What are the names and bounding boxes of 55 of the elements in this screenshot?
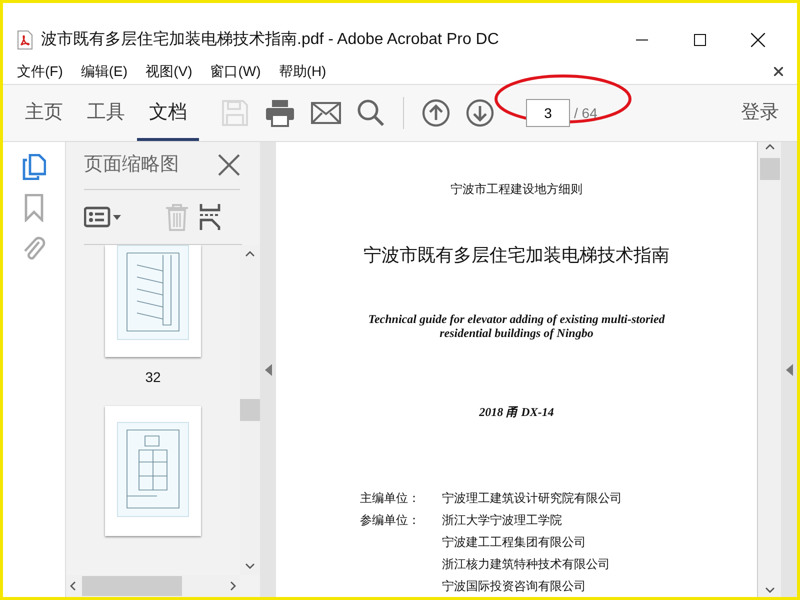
unit-name: 宁波理工建筑设计研究院有限公司 (442, 490, 622, 507)
document-series: 宁波市工程建设地方细则 (450, 181, 582, 198)
english-title: Technical guide for elevator adding of existing multi-storied (368, 313, 665, 327)
pdf-file-icon (17, 30, 33, 50)
chevron-left-icon[interactable] (70, 581, 76, 591)
chevron-down-icon[interactable] (764, 587, 774, 593)
arrow-up-icon[interactable] (422, 99, 450, 127)
drawing-thumbnail-icon (117, 422, 189, 517)
collapse-arrow-icon[interactable] (264, 364, 272, 376)
menu-item[interactable]: 窗口(W) (210, 60, 261, 82)
unit-role: 参编单位： (360, 512, 421, 529)
page-number-field[interactable]: 3 (526, 99, 570, 127)
paperclip-icon[interactable] (22, 236, 46, 262)
unit-role: 主编单位： (360, 490, 421, 507)
scrollbar-thumb[interactable] (760, 158, 780, 180)
menu-item[interactable]: 文件(F) (17, 60, 63, 82)
arrow-down-icon[interactable] (466, 99, 494, 127)
english-title: residential buildings of Ningbo (438, 326, 594, 341)
tab[interactable]: 主页 (13, 88, 75, 141)
list-options-icon[interactable] (84, 206, 124, 228)
document-title: 宁波市既有多层住宅加装电梯技术指南 (364, 244, 670, 267)
printer-icon[interactable] (265, 99, 295, 127)
search-icon[interactable] (357, 99, 385, 127)
unit-name: 浙江核力建筑特种技术有限公司 (442, 556, 611, 573)
chevron-up-icon[interactable] (245, 251, 255, 257)
expand-arrow-icon[interactable] (786, 364, 792, 376)
chevron-up-icon[interactable] (764, 144, 774, 150)
extract-pages-icon[interactable] (199, 203, 221, 231)
drawing-thumbnail-icon (117, 245, 189, 340)
menu-item[interactable]: 编辑(E) (80, 60, 128, 82)
maximize-icon (694, 34, 706, 46)
window-title: 波市既有多层住宅加装电梯技术指南.pdf - Adobe Acrobat Pro DC (41, 30, 499, 50)
unit-name: 浙江大学宁波理工学院 (442, 512, 563, 529)
close-icon (751, 33, 765, 47)
scrollbar-thumb[interactable] (240, 399, 260, 421)
tab[interactable]: 工具 (75, 88, 137, 141)
sign-in-link[interactable]: 登录 (735, 85, 785, 141)
chevron-down-icon[interactable] (245, 563, 255, 569)
panel-title: 页面缩略图 (84, 153, 179, 178)
document-code: 2018 甬 DX-14 (479, 404, 554, 421)
page-number-label: 32 (145, 368, 161, 387)
close-icon[interactable] (218, 154, 240, 176)
unit-name: 宁波建工工程集团有限公司 (442, 534, 587, 551)
chevron-right-icon[interactable] (230, 581, 236, 591)
menu-item[interactable]: 帮助(H) (278, 60, 326, 82)
scrollbar-thumb[interactable] (82, 576, 182, 596)
page-total: / 64 (574, 104, 598, 122)
page-thumbnail[interactable] (105, 245, 201, 357)
menu-item[interactable]: 视图(V) (146, 60, 192, 82)
mail-icon[interactable] (311, 102, 341, 124)
close-icon (774, 67, 783, 76)
unit-name: 宁波国际投资咨询有限公司 (442, 578, 587, 595)
pages-icon[interactable] (22, 154, 46, 180)
minimize-icon (636, 39, 648, 41)
page-thumbnail[interactable] (105, 406, 201, 536)
